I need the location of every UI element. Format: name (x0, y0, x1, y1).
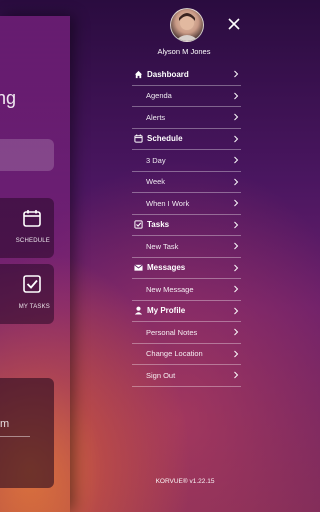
menu-item-dashboard[interactable]: Dashboard (132, 64, 241, 86)
chevron-right-icon (234, 264, 239, 272)
menu-item-tasks[interactable]: Tasks (132, 215, 241, 236)
menu-item-3-day[interactable]: 3 Day (132, 150, 241, 172)
background-page: ng SCHEDULE MY TASKS m (0, 16, 70, 512)
menu-item-when-i-work[interactable]: When I Work (132, 193, 241, 215)
menu-item-new-task[interactable]: New Task (132, 236, 241, 258)
chevron-right-icon (234, 113, 239, 121)
menu-item-label: Sign Out (146, 370, 176, 380)
menu-item-new-message[interactable]: New Message (132, 279, 241, 301)
calendar-icon (23, 210, 41, 227)
menu-item-label: 3 Day (146, 155, 166, 165)
chevron-right-icon (234, 135, 239, 143)
chevron-right-icon (234, 350, 239, 358)
chevron-right-icon (234, 242, 239, 250)
calendar-icon (133, 134, 143, 144)
checkbox-icon (23, 275, 41, 293)
avatar[interactable] (170, 8, 204, 42)
card-text: m (0, 418, 10, 430)
menu-item-label: Tasks (147, 220, 170, 230)
menu-item-change-location[interactable]: Change Location (132, 344, 241, 365)
menu-item-label: Schedule (147, 134, 183, 144)
close-icon (228, 18, 240, 30)
menu-item-personal-notes[interactable]: Personal Notes (132, 322, 241, 344)
search-bar[interactable] (0, 139, 54, 171)
menu-item-label: When I Work (146, 198, 190, 208)
card-divider (0, 436, 30, 437)
chevron-right-icon (234, 199, 239, 207)
chevron-right-icon (234, 92, 239, 100)
menu-item-label: New Message (146, 284, 194, 294)
chevron-right-icon (234, 371, 239, 379)
chevron-right-icon (234, 156, 239, 164)
menu-item-label: Alerts (146, 112, 166, 122)
info-card: m (0, 378, 54, 488)
home-icon (133, 69, 143, 79)
tasks-tile-label: MY TASKS (18, 304, 50, 310)
greeting-text: ng (0, 88, 17, 108)
menu-item-week[interactable]: Week (132, 172, 241, 193)
user-name: Alyson M Jones (157, 47, 211, 56)
menu-item-label: New Task (146, 241, 179, 251)
envelope-icon (133, 263, 143, 273)
menu-item-agenda[interactable]: Agenda (132, 86, 241, 107)
menu-item-messages[interactable]: Messages (132, 258, 241, 279)
menu-item-alerts[interactable]: Alerts (132, 107, 241, 129)
menu-item-my-profile[interactable]: My Profile (132, 301, 241, 322)
nav-menu: Dashboard Agenda Alerts Schedule 3 Day W… (132, 64, 241, 387)
chevron-right-icon (234, 285, 239, 293)
tasks-tile[interactable]: MY TASKS (0, 264, 54, 324)
chevron-right-icon (234, 307, 239, 315)
menu-item-sign-out[interactable]: Sign Out (132, 365, 241, 387)
menu-item-label: Dashboard (147, 69, 189, 79)
menu-item-label: My Profile (147, 306, 186, 316)
close-button[interactable] (227, 17, 241, 31)
menu-item-label: Week (146, 177, 166, 187)
chevron-right-icon (234, 221, 239, 229)
chevron-right-icon (234, 328, 239, 336)
menu-item-label: Messages (147, 263, 186, 273)
user-photo (175, 13, 199, 41)
menu-item-schedule[interactable]: Schedule (132, 129, 241, 150)
menu-item-label: Agenda (146, 91, 172, 101)
chevron-right-icon (234, 178, 239, 186)
nav-drawer: Alyson M Jones Dashboard Agenda Alerts S… (128, 0, 247, 512)
menu-item-label: Change Location (146, 349, 203, 359)
version-label: KORVUE® v1.22.15 (155, 478, 215, 485)
menu-item-label: Personal Notes (146, 327, 198, 337)
chevron-right-icon (234, 70, 239, 78)
schedule-tile-label: SCHEDULE (15, 238, 50, 244)
user-icon (133, 306, 143, 316)
schedule-tile[interactable]: SCHEDULE (0, 198, 54, 258)
checkbox-icon (133, 220, 143, 230)
